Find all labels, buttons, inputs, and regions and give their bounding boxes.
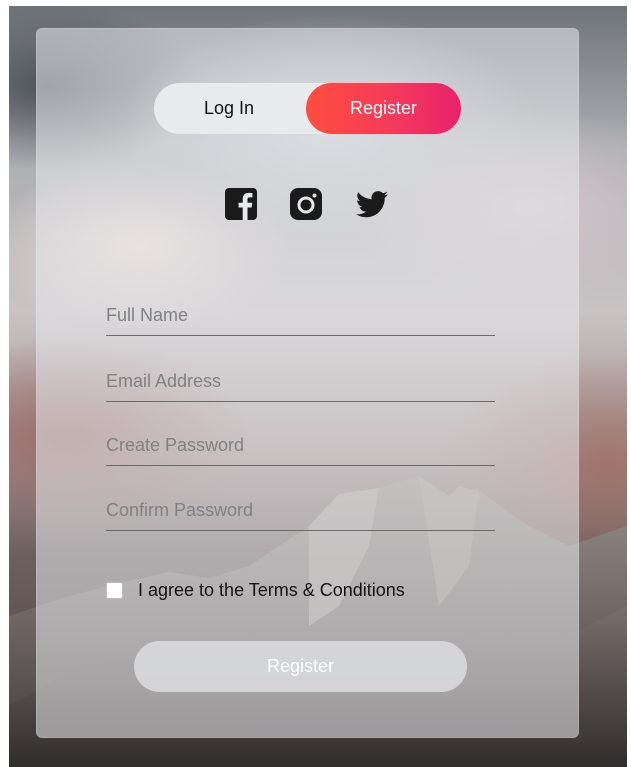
terms-checkbox[interactable] xyxy=(106,581,123,599)
full-name-field[interactable] xyxy=(106,295,495,336)
register-card: Log In Register I agree to the Ter xyxy=(36,28,579,738)
email-field[interactable] xyxy=(106,361,495,402)
social-login-row xyxy=(36,186,579,222)
terms-row: I agree to the Terms & Conditions xyxy=(106,579,405,601)
create-password-field[interactable] xyxy=(106,425,495,466)
tab-register[interactable]: Register xyxy=(306,83,461,134)
twitter-icon[interactable] xyxy=(354,186,390,222)
instagram-icon[interactable] xyxy=(288,186,324,222)
confirm-password-field[interactable] xyxy=(106,490,495,531)
auth-mode-toggle: Log In Register xyxy=(154,83,461,134)
register-submit-button[interactable]: Register xyxy=(134,641,467,692)
facebook-icon[interactable] xyxy=(223,186,259,222)
terms-label[interactable]: I agree to the Terms & Conditions xyxy=(138,580,405,601)
tab-login[interactable]: Log In xyxy=(154,83,304,134)
